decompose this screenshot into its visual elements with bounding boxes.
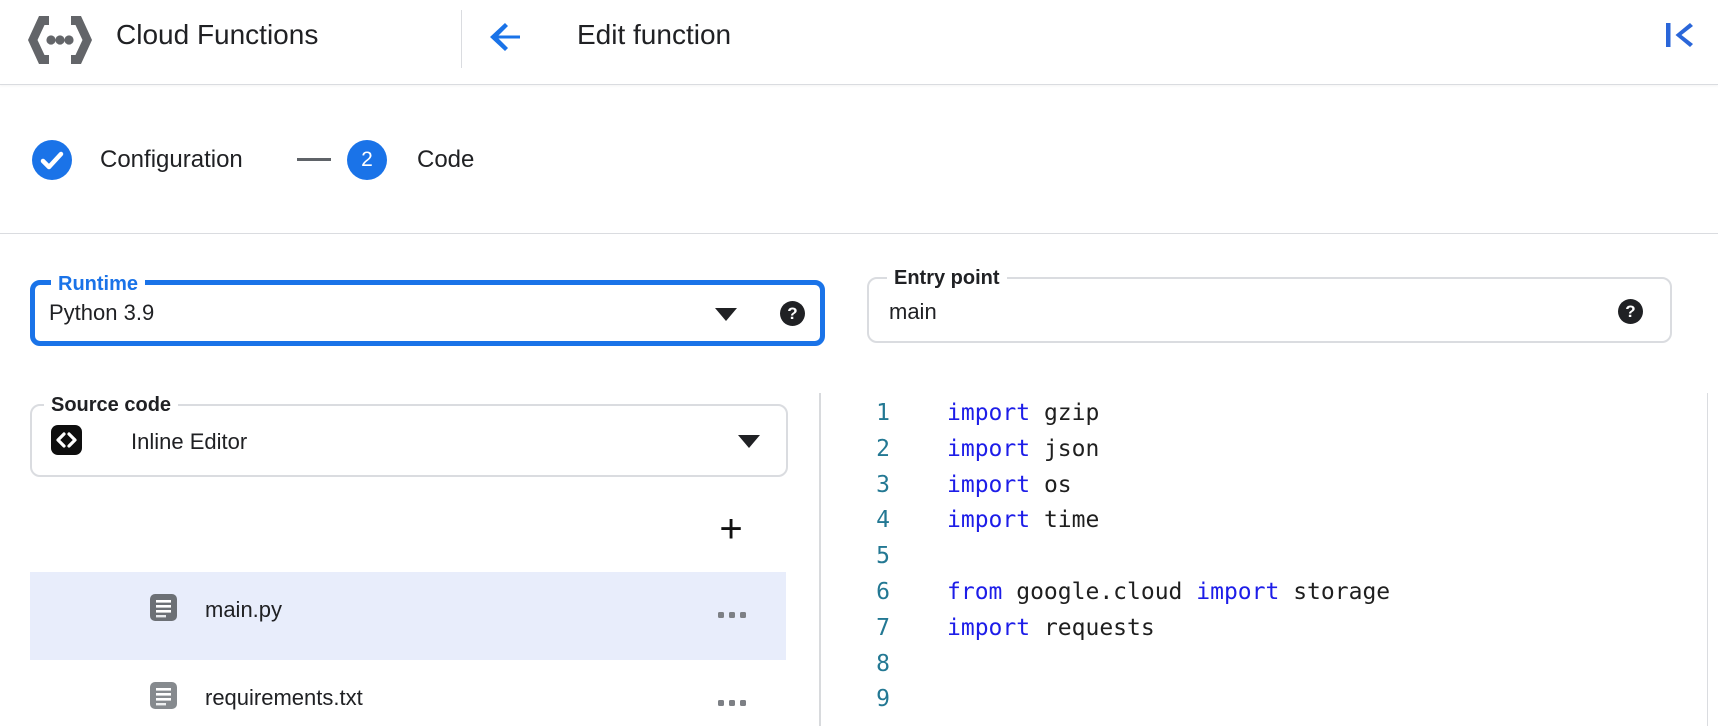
- add-file-button[interactable]: +: [709, 507, 753, 551]
- runtime-value: Python 3.9: [49, 301, 154, 325]
- step-code-indicator[interactable]: 2: [347, 140, 387, 180]
- file-name: main.py: [205, 597, 282, 623]
- line-number: 9: [821, 682, 890, 718]
- code-line[interactable]: 4import time: [821, 503, 1705, 539]
- code-line[interactable]: 8: [821, 647, 1705, 683]
- code-editor[interactable]: 1import gzip2import json3import os4impor…: [821, 396, 1705, 726]
- file-name: requirements.txt: [205, 685, 363, 711]
- app-header: Cloud Functions Edit function: [0, 0, 1718, 85]
- plus-icon: +: [719, 507, 742, 552]
- collapse-left-icon: [1662, 20, 1696, 50]
- entry-point-field[interactable]: Entry point main ?: [867, 277, 1672, 343]
- editor-scrollbar-track[interactable]: [1707, 393, 1708, 726]
- line-number: 3: [821, 468, 890, 504]
- source-code-value: Inline Editor: [131, 430, 247, 454]
- code-line[interactable]: 7import requests: [821, 611, 1705, 647]
- code-line[interactable]: 6from google.cloud import storage: [821, 575, 1705, 611]
- file-row-requirements-txt[interactable]: requirements.txt: [30, 660, 786, 726]
- file-row-main-py[interactable]: main.py: [30, 572, 786, 660]
- inline-editor-code-icon: [51, 425, 82, 455]
- step-configuration-label[interactable]: Configuration: [100, 146, 243, 174]
- step-connector: [297, 158, 331, 161]
- dropdown-arrow-icon[interactable]: [715, 308, 737, 321]
- runtime-help-icon[interactable]: ?: [780, 301, 805, 326]
- product-title: Cloud Functions: [116, 19, 318, 51]
- cloud-functions-logo-icon: [28, 16, 92, 64]
- section-divider: [0, 233, 1718, 234]
- dropdown-arrow-icon[interactable]: [738, 435, 760, 448]
- entry-point-label: Entry point: [887, 267, 1007, 289]
- line-number: 2: [821, 432, 890, 468]
- line-number: 1: [821, 396, 890, 432]
- header-divider: [461, 10, 462, 68]
- file-icon: [150, 682, 177, 709]
- line-number: 8: [821, 647, 890, 683]
- runtime-label: Runtime: [51, 273, 145, 295]
- step-code-label[interactable]: Code: [417, 146, 474, 174]
- code-line[interactable]: 1import gzip: [821, 396, 1705, 432]
- file-menu-icon[interactable]: [718, 700, 746, 706]
- check-icon: [32, 140, 72, 180]
- edit-function-page: Cloud Functions Edit function Configurat…: [0, 0, 1718, 726]
- file-icon: [150, 594, 177, 621]
- line-number: 4: [821, 503, 890, 539]
- arrow-back-icon: [484, 15, 528, 59]
- source-code-select[interactable]: Source code Inline Editor: [30, 404, 788, 477]
- code-line[interactable]: 2import json: [821, 432, 1705, 468]
- line-number: 5: [821, 539, 890, 575]
- collapse-panel-button[interactable]: [1662, 20, 1706, 60]
- entry-point-input[interactable]: main: [889, 300, 937, 324]
- code-line[interactable]: 3import os: [821, 468, 1705, 504]
- entry-point-help-icon[interactable]: ?: [1618, 299, 1643, 324]
- code-line[interactable]: 9: [821, 682, 1705, 718]
- line-number: 7: [821, 611, 890, 647]
- page-title: Edit function: [577, 19, 731, 51]
- line-number: 6: [821, 575, 890, 611]
- file-menu-icon[interactable]: [718, 612, 746, 618]
- source-code-label: Source code: [44, 394, 178, 416]
- code-line[interactable]: 5: [821, 539, 1705, 575]
- step-number: 2: [361, 148, 373, 172]
- back-button[interactable]: [484, 15, 528, 59]
- step-configuration-indicator[interactable]: [32, 140, 72, 180]
- runtime-select[interactable]: Runtime Python 3.9 ?: [30, 280, 825, 346]
